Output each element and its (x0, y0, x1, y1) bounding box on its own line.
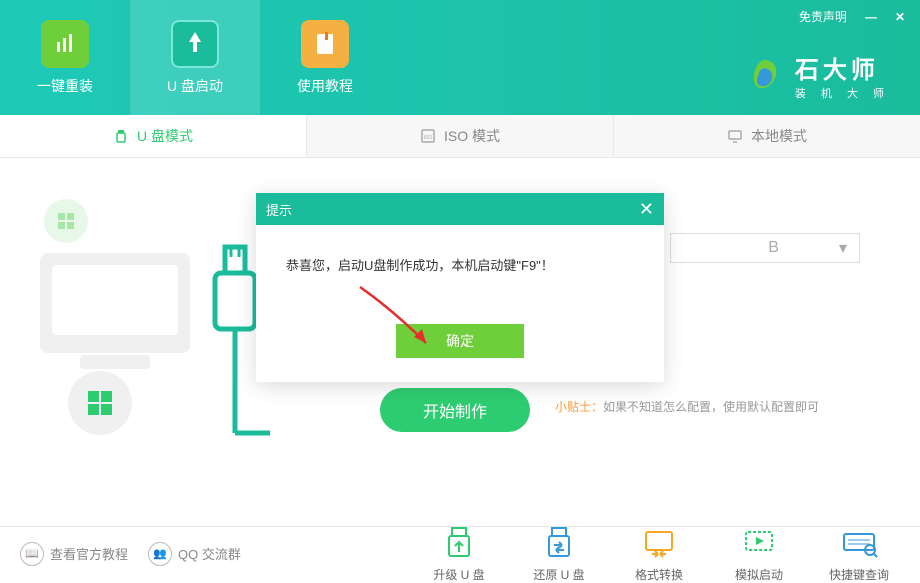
nav-tabs: 一键重装 U 盘启动 使用教程 (0, 0, 390, 115)
nav-tab-label: U 盘启动 (167, 76, 223, 96)
success-dialog: 提示 ✕ 恭喜您，启动U盘制作成功，本机启动键"F9"！ 确定 (256, 193, 664, 382)
nav-tab-tutorial[interactable]: 使用教程 (260, 0, 390, 115)
disclaimer-link[interactable]: 免责声明 (799, 8, 847, 25)
action-simulate-boot[interactable]: 模拟启动 (718, 524, 800, 583)
mode-tab-label: 本地模式 (751, 126, 807, 146)
arrow-annotation (354, 281, 444, 357)
dialog-message: 恭喜您，启动U盘制作成功，本机启动键"F9"！ (280, 255, 640, 274)
titlebar: 一键重装 U 盘启动 使用教程 免责声明 — ✕ 石大师 装 机 大 师 (0, 0, 920, 115)
dialog-close-icon[interactable]: ✕ (639, 199, 654, 220)
mode-tabs: U 盘模式 ISO ISO 模式 本地模式 (0, 115, 920, 158)
action-label: 升级 U 盘 (433, 566, 484, 583)
dialog-title: 提示 (266, 200, 292, 219)
usb-boot-icon (171, 20, 219, 68)
hotkey-query-icon (840, 524, 878, 562)
action-hotkey-query[interactable]: 快捷键查询 (818, 524, 900, 583)
minimize-icon[interactable]: — (865, 10, 877, 24)
group-icon: 👥 (148, 542, 172, 566)
monitor-icon (727, 128, 743, 144)
tutorial-link[interactable]: 📖 查看官方教程 (20, 542, 128, 566)
mode-tab-usb[interactable]: U 盘模式 (0, 115, 307, 157)
link-label: QQ 交流群 (178, 544, 241, 563)
action-label: 快捷键查询 (829, 566, 889, 583)
logo-icon (745, 56, 785, 96)
window-controls: 免责声明 — ✕ (799, 8, 905, 25)
action-upgrade-usb[interactable]: 升级 U 盘 (418, 524, 500, 583)
format-convert-icon (640, 524, 678, 562)
dropdown-field[interactable]: B ▾ (670, 233, 860, 263)
link-label: 查看官方教程 (50, 544, 128, 563)
action-label: 模拟启动 (735, 566, 783, 583)
mode-tab-label: ISO 模式 (444, 126, 500, 146)
qq-group-link[interactable]: 👥 QQ 交流群 (148, 542, 241, 566)
start-creation-button[interactable]: 开始制作 (380, 388, 530, 432)
chevron-down-icon: ▾ (839, 238, 847, 258)
tip-content: 如果不知道怎么配置，使用默认配置即可 (603, 400, 819, 414)
dropdown-value: B (768, 239, 779, 257)
tip-text: 小贴士：如果不知道怎么配置，使用默认配置即可 (555, 398, 819, 415)
bottom-bar: 📖 查看官方教程 👥 QQ 交流群 升级 U 盘 还原 U 盘 格式转换 模拟启… (0, 526, 920, 580)
tip-label: 小贴士： (555, 400, 603, 414)
dialog-header: 提示 ✕ (256, 193, 664, 225)
restore-usb-icon (540, 524, 578, 562)
nav-tab-reinstall[interactable]: 一键重装 (0, 0, 130, 115)
action-format-convert[interactable]: 格式转换 (618, 524, 700, 583)
usb-icon (113, 128, 129, 144)
bottom-left-links: 📖 查看官方教程 👥 QQ 交流群 (20, 542, 241, 566)
mode-tab-local[interactable]: 本地模式 (614, 115, 920, 157)
upgrade-usb-icon (440, 524, 478, 562)
tutorial-icon (301, 20, 349, 68)
bottom-actions: 升级 U 盘 还原 U 盘 格式转换 模拟启动 快捷键查询 (418, 524, 900, 583)
svg-text:ISO: ISO (424, 135, 433, 141)
simulate-boot-icon (740, 524, 778, 562)
dialog-body: 恭喜您，启动U盘制作成功，本机启动键"F9"！ 确定 (256, 225, 664, 382)
reinstall-icon (41, 20, 89, 68)
book-icon: 📖 (20, 542, 44, 566)
usb-illustration (30, 183, 270, 443)
mode-tab-label: U 盘模式 (137, 126, 193, 146)
brand-subtitle: 装 机 大 师 (795, 85, 890, 101)
brand-logo: 石大师 装 机 大 师 (745, 50, 890, 101)
brand-title: 石大师 (795, 50, 890, 85)
nav-tab-label: 使用教程 (297, 76, 353, 96)
action-restore-usb[interactable]: 还原 U 盘 (518, 524, 600, 583)
iso-icon: ISO (420, 128, 436, 144)
action-label: 还原 U 盘 (533, 566, 584, 583)
nav-tab-usb[interactable]: U 盘启动 (130, 0, 260, 115)
mode-tab-iso[interactable]: ISO ISO 模式 (307, 115, 614, 157)
action-label: 格式转换 (635, 566, 683, 583)
close-icon[interactable]: ✕ (895, 10, 905, 24)
nav-tab-label: 一键重装 (37, 76, 93, 96)
